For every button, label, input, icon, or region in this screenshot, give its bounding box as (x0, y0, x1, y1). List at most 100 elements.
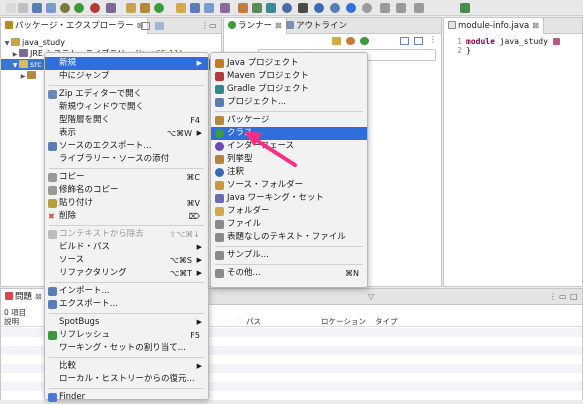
column-header[interactable]: 説明 (4, 317, 19, 327)
menu-item[interactable]: ライブラリー・ソースの添付 (45, 153, 208, 166)
prev-annotation-icon[interactable] (238, 3, 248, 13)
menu-item[interactable]: Java プロジェクト (211, 57, 367, 70)
menu-item[interactable]: ワーキング・セットの割り当て... (45, 342, 208, 355)
menu-item[interactable]: リファクタリング ⌥⌘T ▶ (45, 267, 208, 280)
run-icon[interactable] (74, 3, 84, 13)
close-icon[interactable]: ⊠ (275, 21, 282, 30)
open-perspective-icon[interactable] (460, 3, 470, 13)
task-icon[interactable] (204, 3, 214, 13)
refresh-icon[interactable] (346, 37, 355, 45)
menu-item[interactable]: ソース・フォルダー (211, 179, 367, 192)
coverage-icon[interactable] (90, 3, 100, 13)
menu-item[interactable]: パッケージ (211, 114, 367, 127)
menu-item[interactable]: エクスポート... (45, 298, 208, 311)
menu-item[interactable]: インポート... (45, 285, 208, 298)
menu-item[interactable]: プロジェクト... (211, 96, 367, 109)
saveall-icon[interactable] (46, 3, 56, 13)
gear-icon[interactable] (282, 3, 292, 13)
menu-item[interactable]: 型階層を開く F4 (45, 114, 208, 127)
search-icon[interactable] (190, 3, 200, 13)
stop-icon[interactable] (314, 3, 324, 13)
view-menu-icon[interactable]: ⋮ (429, 35, 437, 44)
filter-icon[interactable]: ▽ (368, 292, 374, 301)
menu-item[interactable]: Zip エディターで開く (45, 88, 208, 101)
menu-item[interactable]: 貼り付け ⌘V (45, 197, 208, 210)
menu-item-label: ソース (59, 255, 85, 265)
menu-item[interactable]: フォルダー (211, 205, 367, 218)
menu-item[interactable]: インターフェース (211, 140, 367, 153)
menu-item[interactable]: Java ワーキング・セット (211, 192, 367, 205)
menu-item-label: ライブラリー・ソースの添付 (59, 154, 170, 164)
close-icon[interactable]: ⊠ (532, 21, 539, 30)
menu-item[interactable]: クラス (211, 127, 367, 140)
menu-item[interactable]: ビルド・パス ▶ (45, 241, 208, 254)
menu-item[interactable]: 中にジャンプ (45, 70, 208, 83)
tab-outline[interactable]: アウトライン (282, 18, 351, 34)
tab-module-info[interactable]: module-info.java ⊠ (444, 18, 544, 34)
column-header[interactable]: パス (246, 317, 261, 327)
new-dropdown-icon[interactable] (18, 3, 28, 13)
menu-item[interactable]: 表示 ⌥⌘W ▶ (45, 127, 208, 140)
menu-item[interactable]: サンプル... (211, 249, 367, 262)
maximize-icon[interactable]: □ (570, 292, 578, 301)
folder-icon[interactable] (332, 37, 341, 45)
new-icon[interactable] (6, 3, 16, 13)
last-edit-icon[interactable] (414, 3, 424, 13)
save-icon[interactable] (32, 3, 42, 13)
debug-icon[interactable] (60, 3, 70, 13)
new-class-icon[interactable] (154, 3, 164, 13)
nav-back-icon[interactable] (380, 3, 390, 13)
tab-runner[interactable]: ランナー ⊠ (224, 18, 287, 34)
collapse-all-icon[interactable] (141, 22, 150, 30)
menu-item[interactable]: 列挙型 (211, 153, 367, 166)
tab-problems[interactable]: 問題 ⊠ (1, 289, 47, 305)
menu-item[interactable]: ✖ 削除 ⌦ (45, 210, 208, 223)
tree-item-project[interactable]: ▼ java_study (1, 37, 223, 48)
menu-item[interactable]: 新規 ▶ (45, 57, 208, 70)
external-tools-icon[interactable] (106, 3, 116, 13)
editor-text-area[interactable]: 1 module java_study 2 } (444, 35, 582, 286)
view-menu-icon[interactable]: ⋮ (549, 292, 557, 301)
view-menu-icon[interactable]: ⋮ (201, 21, 209, 30)
menu-item[interactable]: ソース ⌥⌘S ▶ (45, 254, 208, 267)
menu-item[interactable]: ローカル・ヒストリーからの復元... (45, 373, 208, 386)
link-editor-icon[interactable] (155, 22, 164, 30)
collapse-arrow-icon[interactable]: ▶ (19, 71, 27, 82)
menu-item[interactable]: 注釈 (211, 166, 367, 179)
run-icon[interactable] (360, 37, 369, 45)
column-header[interactable]: タイプ (375, 317, 398, 327)
menu-item[interactable]: 比較 ▶ (45, 360, 208, 373)
menu-item[interactable]: その他... ⌘N (211, 267, 367, 280)
menu-item[interactable]: Finder (45, 391, 208, 404)
sync-icon[interactable] (266, 3, 276, 13)
menu-item[interactable]: SpotBugs ▶ (45, 316, 208, 329)
menu-item[interactable]: Gradle プロジェクト (211, 83, 367, 96)
next-annotation-icon[interactable] (252, 3, 262, 13)
minimize-icon[interactable]: ▭ (209, 21, 217, 30)
close-icon[interactable]: ⊠ (35, 292, 42, 301)
expand-all-icon[interactable] (414, 37, 423, 45)
menu-item[interactable]: リフレッシュ F5 (45, 329, 208, 342)
terminate-icon[interactable] (330, 3, 340, 13)
nav-forward-icon[interactable] (396, 3, 406, 13)
step-icon[interactable] (346, 3, 356, 13)
menu-item[interactable]: ファイル (211, 218, 367, 231)
collapse-all-icon[interactable] (400, 37, 409, 45)
menu-item[interactable]: コピー ⌘C (45, 171, 208, 184)
menu-item[interactable]: 表題なしのテキスト・ファイル (211, 231, 367, 244)
menu-separator (49, 313, 204, 314)
column-header[interactable]: リソース (213, 317, 243, 327)
menu-item[interactable]: ソースのエクスポート... (45, 140, 208, 153)
mark-icon[interactable] (298, 3, 308, 13)
new-package-icon[interactable] (140, 3, 150, 13)
column-header[interactable]: ロケーション (321, 317, 366, 327)
open-type-icon[interactable] (176, 3, 186, 13)
pen-icon[interactable] (220, 3, 230, 13)
menu-item[interactable]: 新規ウィンドウで開く (45, 101, 208, 114)
minimize-icon[interactable]: ▭ (559, 292, 567, 301)
menu-item[interactable]: 修飾名のコピー (45, 184, 208, 197)
new-java-project-icon[interactable] (126, 3, 136, 13)
menu-item[interactable]: Maven プロジェクト (211, 70, 367, 83)
breakpoint-icon[interactable] (362, 3, 372, 13)
tab-package-explorer[interactable]: パッケージ・エクスプローラー ⊠ (1, 18, 149, 34)
